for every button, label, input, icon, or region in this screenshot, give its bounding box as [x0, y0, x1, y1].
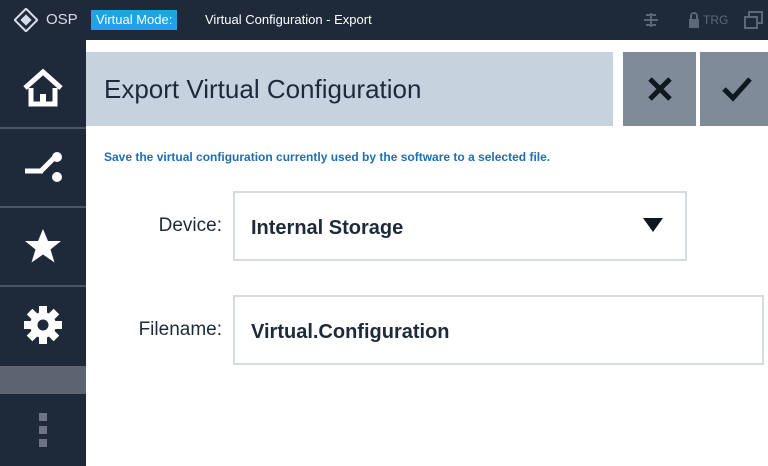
device-label: Device:	[158, 215, 222, 236]
more-icon[interactable]	[39, 413, 47, 452]
cancel-button[interactable]	[623, 52, 696, 126]
device-value: Internal Storage	[251, 217, 404, 239]
home-icon	[23, 68, 63, 107]
connector-status-icon	[644, 13, 658, 27]
window-icon	[744, 11, 763, 29]
confirm-button[interactable]	[700, 52, 768, 126]
sidebar-spacer	[0, 366, 86, 394]
chevron-down-icon	[643, 218, 663, 232]
filename-field[interactable]: Virtual.Configuration	[233, 295, 764, 365]
lock-icon	[689, 12, 699, 28]
sidebar	[0, 40, 86, 466]
close-icon	[647, 77, 672, 101]
sidebar-item-settings[interactable]	[0, 287, 86, 363]
app-label: OSP	[46, 11, 78, 28]
dialog-description: Save the virtual configuration currently…	[104, 150, 551, 164]
filename-value: Virtual.Configuration	[251, 321, 450, 343]
sidebar-item-home[interactable]	[0, 50, 86, 126]
gear-icon	[24, 306, 62, 344]
virtual-mode-badge: Virtual Mode:	[91, 10, 178, 30]
device-dropdown[interactable]: Internal Storage	[233, 191, 687, 261]
dialog-title: Export Virtual Configuration	[86, 52, 613, 126]
top-bar: OSP Virtual Mode: Virtual Configuration …	[0, 0, 768, 40]
window-title: Virtual Configuration - Export	[205, 12, 372, 27]
star-icon	[25, 229, 61, 263]
sidebar-item-connections[interactable]	[0, 129, 86, 205]
filename-label: Filename:	[138, 319, 222, 340]
sidebar-item-favorites[interactable]	[0, 208, 86, 284]
trg-label: TRG	[703, 13, 729, 27]
rs-logo-icon	[14, 8, 38, 32]
connection-icon	[25, 152, 62, 182]
check-icon	[721, 77, 752, 102]
dialog-header: Export Virtual Configuration	[86, 40, 768, 126]
